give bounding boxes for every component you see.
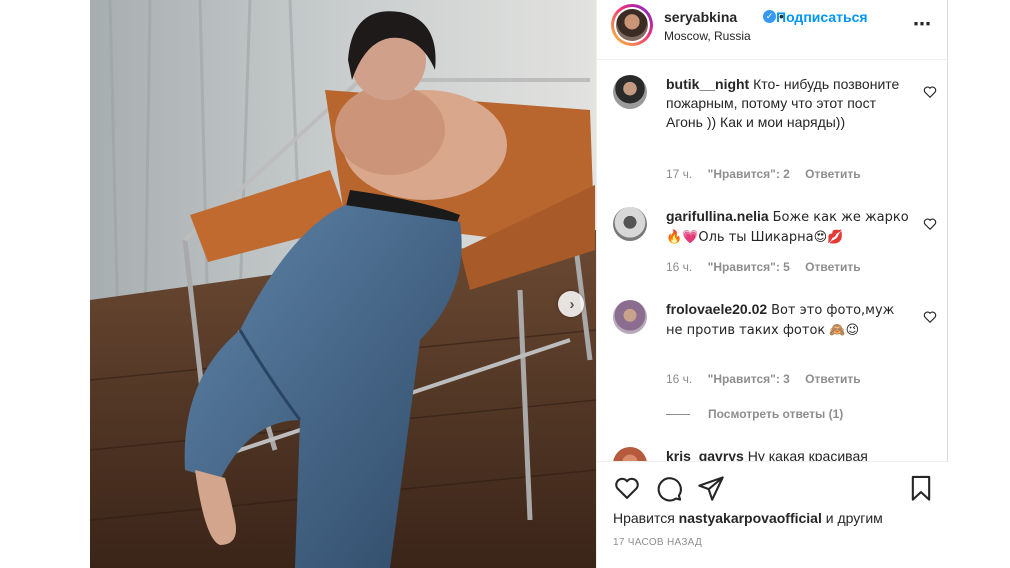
liker-username[interactable]: nastyakarpovaofficial bbox=[679, 510, 822, 526]
commenter-avatar[interactable] bbox=[613, 447, 647, 461]
more-options-icon[interactable]: ⋯ bbox=[913, 14, 932, 35]
likes-summary: Нравится nastyakarpovaofficial и другим bbox=[613, 510, 883, 526]
author-username[interactable]: seryabkina bbox=[664, 9, 737, 25]
post-header: seryabkina ✓ • Подписаться Moscow, Russi… bbox=[597, 0, 949, 60]
view-replies-button[interactable]: Посмотреть ответы (1) bbox=[666, 407, 843, 421]
comment-likes-count[interactable]: "Нравится": 2 bbox=[708, 167, 790, 181]
post-sidebar: seryabkina ✓ • Подписаться Moscow, Russi… bbox=[596, 0, 949, 568]
commenter-avatar[interactable] bbox=[613, 75, 647, 109]
comment-time: 17 ч. bbox=[666, 167, 693, 181]
commenter-username[interactable]: frolovaele20.02 bbox=[666, 301, 767, 317]
comment-heart-icon[interactable] bbox=[923, 85, 937, 99]
next-photo-button[interactable]: › bbox=[558, 291, 584, 317]
share-icon[interactable] bbox=[697, 474, 725, 502]
commenter-avatar[interactable] bbox=[613, 207, 647, 241]
instagram-post-view: › seryabkina ✓ • Подписаться Moscow, Rus… bbox=[0, 0, 1010, 568]
photo-illustration bbox=[90, 0, 596, 568]
chevron-right-icon: › bbox=[569, 295, 575, 313]
commenter-avatar[interactable] bbox=[613, 300, 647, 334]
post-actions: Нравится nastyakarpovaofficial и другим … bbox=[597, 461, 949, 568]
follow-button[interactable]: Подписаться bbox=[776, 9, 868, 25]
commenter-username[interactable]: garifullina.nelia bbox=[666, 208, 769, 224]
reply-button[interactable]: Ответить bbox=[805, 167, 860, 181]
comment-likes-count[interactable]: "Нравится": 5 bbox=[708, 260, 790, 274]
comment-meta: 17 ч. "Нравится": 2 Ответить bbox=[666, 167, 873, 181]
commenter-username[interactable]: kris_gavrys bbox=[666, 448, 744, 461]
post-location[interactable]: Moscow, Russia bbox=[664, 29, 751, 43]
comment-meta: 16 ч. "Нравится": 5 Ответить bbox=[666, 260, 873, 274]
comment-body: kris_gavrys Ну какая красивая bbox=[666, 447, 911, 461]
commenter-username[interactable]: butik__night bbox=[666, 76, 749, 92]
reply-button[interactable]: Ответить bbox=[805, 372, 860, 386]
heart-icon[interactable] bbox=[613, 474, 641, 502]
reply-button[interactable]: Ответить bbox=[805, 260, 860, 274]
comment-body: frolovaele20.02 Вот это фото,муж не прот… bbox=[666, 300, 911, 340]
author-avatar[interactable] bbox=[611, 4, 653, 46]
view-replies-label: Посмотреть ответы (1) bbox=[708, 407, 844, 421]
comment-meta: 16 ч. "Нравится": 3 Ответить bbox=[666, 372, 873, 386]
comment-heart-icon[interactable] bbox=[923, 310, 937, 324]
comment-time: 16 ч. bbox=[666, 260, 693, 274]
comment-likes-count[interactable]: "Нравится": 3 bbox=[708, 372, 790, 386]
bookmark-icon[interactable] bbox=[907, 474, 935, 502]
comment-body: butik__night Кто- нибудь позвоните пожар… bbox=[666, 75, 911, 132]
likes-prefix: Нравится bbox=[613, 510, 675, 526]
post-timestamp[interactable]: 17 ЧАСОВ НАЗАД bbox=[613, 537, 702, 548]
verified-badge-icon: ✓ bbox=[763, 10, 776, 23]
comment-icon[interactable] bbox=[655, 474, 683, 502]
likes-suffix[interactable]: и другим bbox=[826, 510, 883, 526]
post-photo[interactable]: › bbox=[90, 0, 596, 568]
comment-time: 16 ч. bbox=[666, 372, 693, 386]
replies-divider bbox=[666, 413, 690, 415]
comment-heart-icon[interactable] bbox=[923, 217, 937, 231]
comment-text: Ну какая красивая bbox=[747, 448, 868, 461]
comments-list: butik__night Кто- нибудь позвоните пожар… bbox=[597, 61, 949, 461]
comment-body: garifullina.nelia Боже как же жарко 🔥💗Ол… bbox=[666, 207, 911, 247]
